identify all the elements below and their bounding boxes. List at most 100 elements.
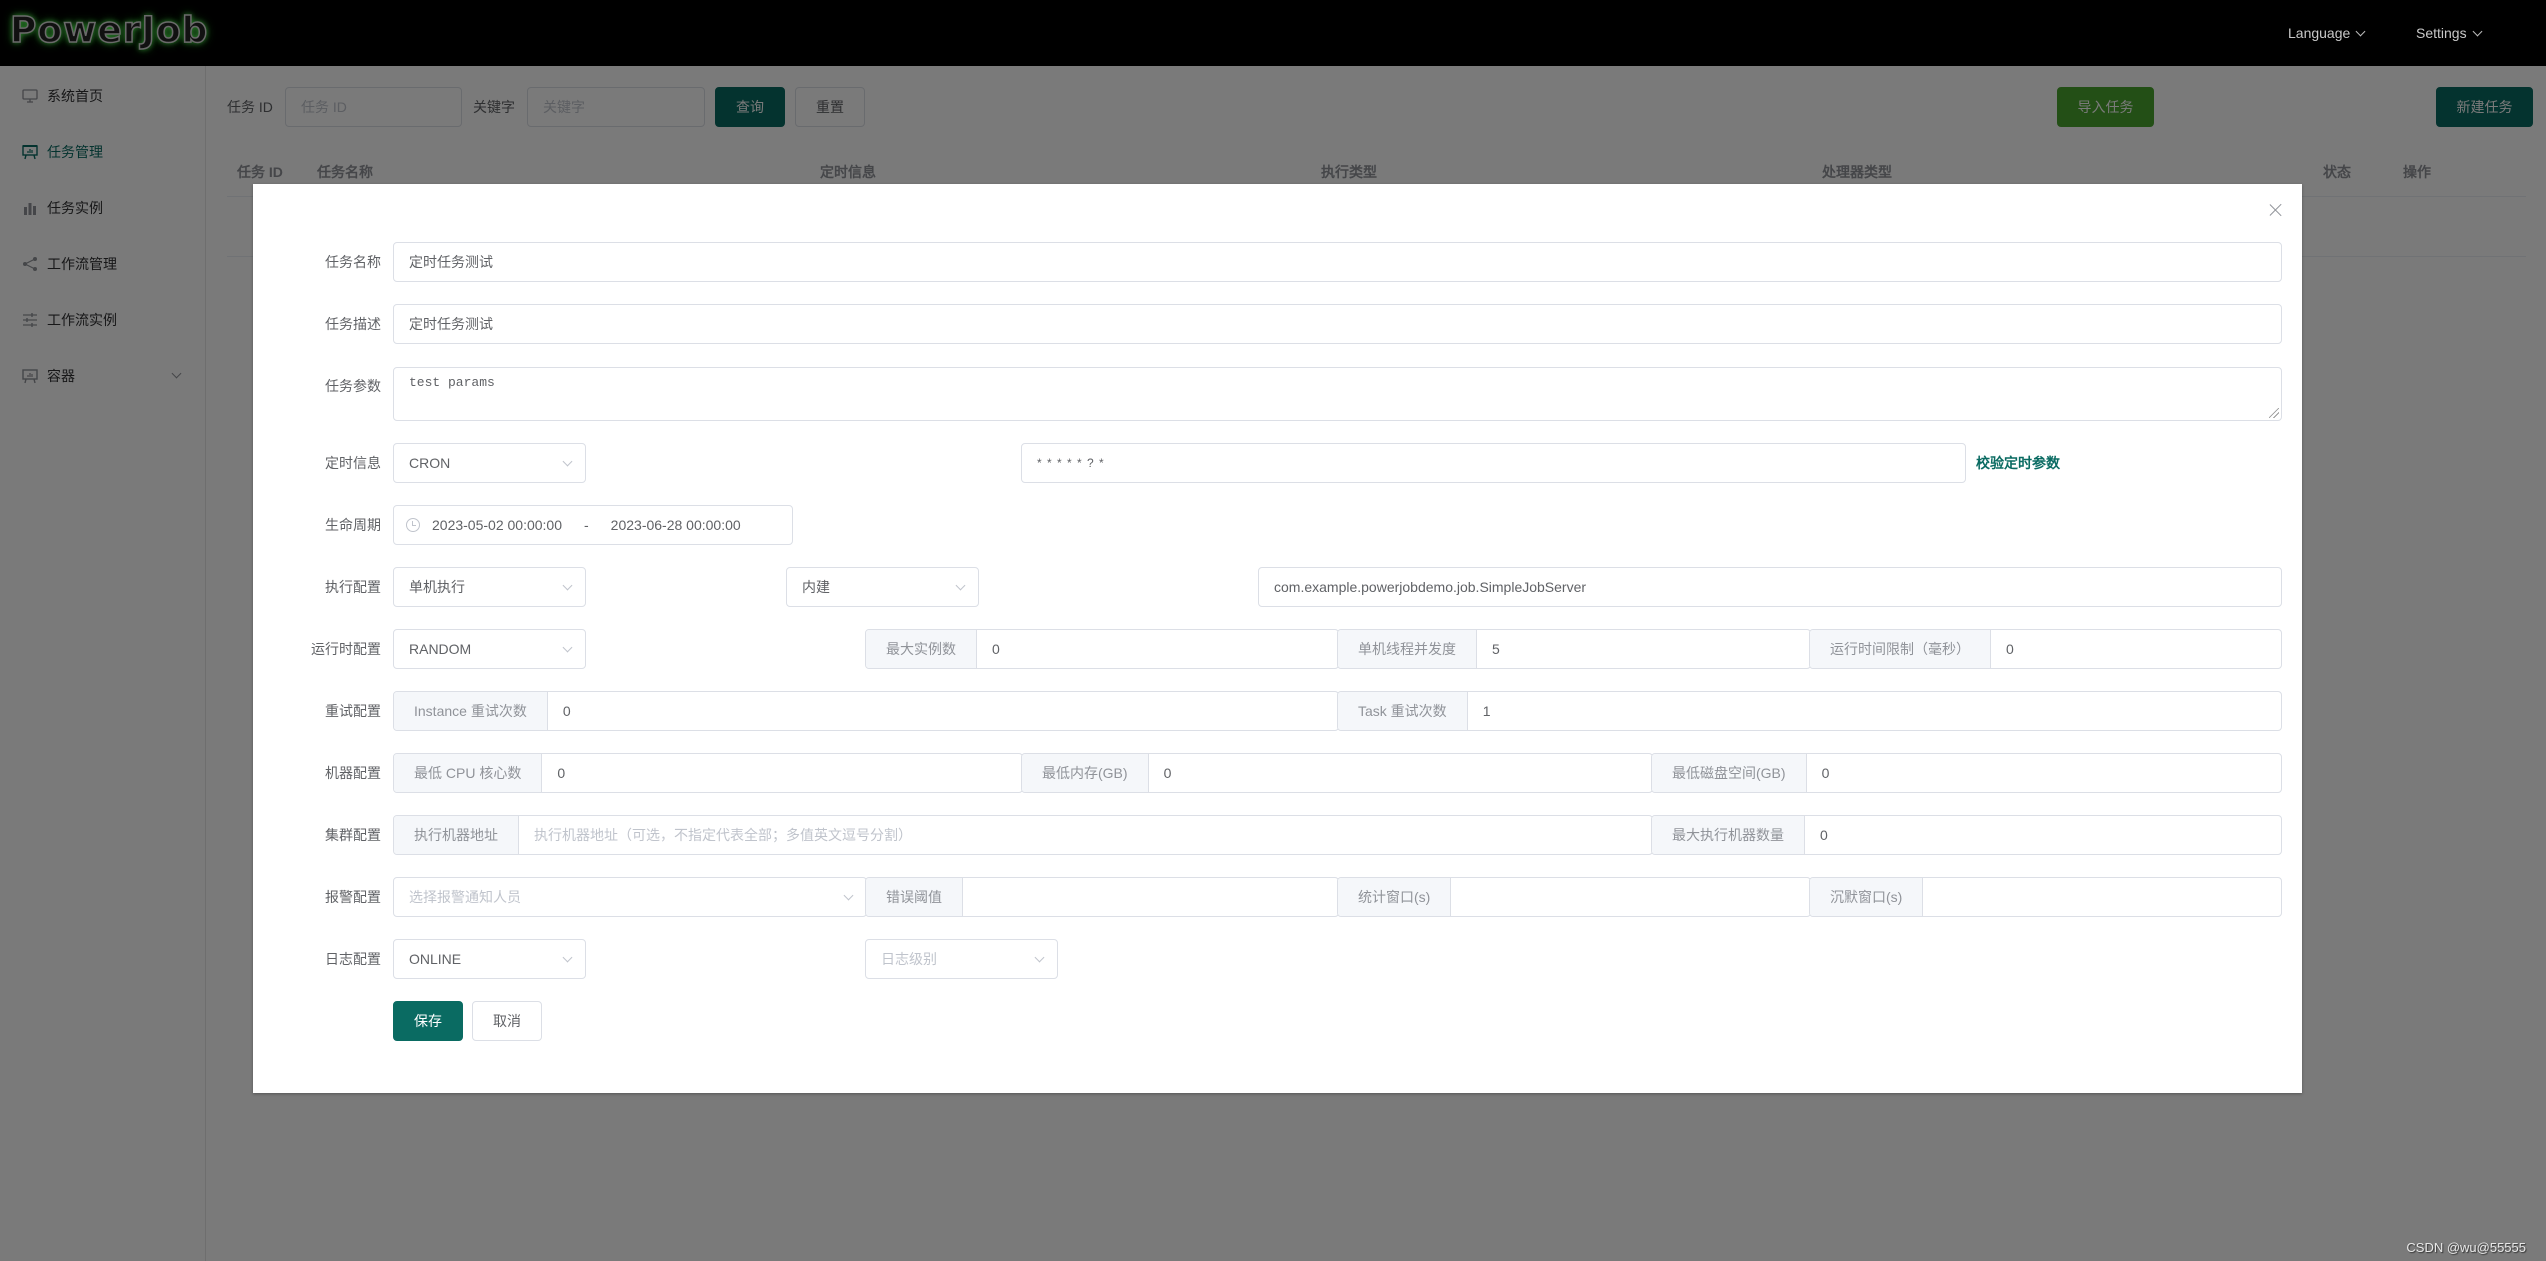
lifecycle-start-value: 2023-05-02 00:00:00	[432, 517, 562, 533]
log-type-value: ONLINE	[409, 951, 462, 967]
chevron-down-icon	[955, 580, 966, 591]
time-limit-input[interactable]: 运行时间限制（毫秒） 0	[1809, 629, 2282, 669]
chevron-down-icon	[2472, 26, 2483, 36]
top-header: PowerJob Language Settings	[0, 0, 2546, 66]
chevron-down-icon	[1034, 952, 1045, 963]
time-type-value: CRON	[409, 455, 451, 471]
runtime-config-label: 运行时配置	[311, 641, 381, 657]
instance-retry-input[interactable]: Instance 重试次数 0	[393, 691, 1339, 731]
job-description-input[interactable]: 定时任务测试	[393, 304, 2282, 344]
max-instance-num-input[interactable]: 最大实例数 0	[865, 629, 1339, 669]
alarm-notify-select[interactable]: 选择报警通知人员	[393, 877, 867, 917]
cron-expression-input[interactable]: * * * * * ? *	[1021, 443, 1966, 483]
settings-menu[interactable]: Settings	[2416, 0, 2483, 66]
log-level-select[interactable]: 日志级别	[865, 939, 1058, 979]
job-description-value: 定时任务测试	[409, 316, 493, 332]
min-cpu-input[interactable]: 最低 CPU 核心数 0	[393, 753, 1023, 793]
stat-window-prefix: 统计窗口(s)	[1338, 878, 1452, 916]
alarm-notify-placeholder: 选择报警通知人员	[409, 889, 521, 905]
dispatch-strategy-select[interactable]: RANDOM	[393, 629, 586, 669]
job-params-textarea[interactable]: test params	[393, 367, 2282, 421]
min-cpu-value: 0	[557, 765, 566, 781]
min-cpu-prefix: 最低 CPU 核心数	[394, 754, 543, 792]
save-button[interactable]: 保存	[393, 1001, 463, 1041]
error-threshold-prefix: 错误阈值	[866, 878, 963, 916]
concurrency-value: 5	[1492, 641, 1500, 657]
max-instance-num-prefix: 最大实例数	[866, 630, 977, 668]
chevron-down-icon	[2355, 26, 2366, 36]
max-instance-num-value: 0	[992, 641, 1000, 657]
resize-handle-icon[interactable]	[2269, 408, 2279, 418]
min-memory-value: 0	[1163, 765, 1172, 781]
min-disk-value: 0	[1821, 765, 1830, 781]
stat-window-value	[1451, 878, 1810, 916]
task-retry-input[interactable]: Task 重试次数 1	[1337, 691, 2282, 731]
designated-workers-input[interactable]: 执行机器地址 执行机器地址（可选，不指定代表全部；多值英文逗号分割）	[393, 815, 1653, 855]
job-name-value: 定时任务测试	[409, 254, 493, 270]
processor-info-value: com.example.powerjobdemo.job.SimpleJobSe…	[1274, 579, 1587, 595]
min-disk-prefix: 最低磁盘空间(GB)	[1652, 754, 1807, 792]
lifecycle-label: 生命周期	[325, 517, 381, 533]
max-worker-count-prefix: 最大执行机器数量	[1652, 816, 1805, 854]
language-menu[interactable]: Language	[2288, 0, 2366, 66]
lifecycle-date-range-picker[interactable]: 2023-05-02 00:00:00 - 2023-06-28 00:00:0…	[393, 505, 793, 545]
retry-config-label: 重试配置	[325, 703, 381, 719]
close-icon[interactable]	[2268, 202, 2284, 218]
processor-type-value: 内建	[802, 579, 830, 595]
validate-time-expression-link[interactable]: 校验定时参数	[1976, 443, 2060, 483]
alarm-config-label: 报警配置	[325, 889, 381, 905]
error-threshold-input[interactable]: 错误阈值	[865, 877, 1339, 917]
concurrency-input[interactable]: 单机线程并发度 5	[1337, 629, 1811, 669]
processor-type-select[interactable]: 内建	[786, 567, 979, 607]
time-info-label: 定时信息	[325, 455, 381, 471]
chevron-down-icon	[562, 580, 573, 591]
job-name-label: 任务名称	[325, 254, 381, 270]
task-retry-value: 1	[1482, 703, 1491, 719]
execute-config-label: 执行配置	[325, 579, 381, 595]
min-memory-prefix: 最低内存(GB)	[1022, 754, 1149, 792]
min-memory-input[interactable]: 最低内存(GB) 0	[1021, 753, 1653, 793]
log-config-label: 日志配置	[325, 951, 381, 967]
silence-window-value	[1923, 878, 2281, 916]
execute-type-value: 单机执行	[409, 579, 465, 595]
settings-menu-label: Settings	[2416, 25, 2467, 41]
silence-window-prefix: 沉默窗口(s)	[1810, 878, 1924, 916]
cluster-config-label: 集群配置	[325, 827, 381, 843]
instance-retry-value: 0	[562, 703, 571, 719]
clock-icon	[406, 518, 420, 532]
processor-info-input[interactable]: com.example.powerjobdemo.job.SimpleJobSe…	[1258, 567, 2282, 607]
task-retry-prefix: Task 重试次数	[1338, 692, 1468, 730]
instance-retry-prefix: Instance 重试次数	[394, 692, 548, 730]
concurrency-prefix: 单机线程并发度	[1338, 630, 1477, 668]
lifecycle-end-value: 2023-06-28 00:00:00	[610, 517, 741, 533]
job-description-label: 任务描述	[325, 316, 381, 332]
cancel-button[interactable]: 取消	[472, 1001, 542, 1041]
machine-config-label: 机器配置	[325, 765, 381, 781]
time-limit-value: 0	[2006, 641, 2014, 657]
time-type-select[interactable]: CRON	[393, 443, 586, 483]
job-name-input[interactable]: 定时任务测试	[393, 242, 2282, 282]
execute-type-select[interactable]: 单机执行	[393, 567, 586, 607]
stat-window-input[interactable]: 统计窗口(s)	[1337, 877, 1811, 917]
watermark: CSDN @wu@55555	[2406, 1240, 2526, 1255]
max-worker-count-input[interactable]: 最大执行机器数量 0	[1651, 815, 2282, 855]
log-level-placeholder: 日志级别	[881, 951, 937, 967]
chevron-down-icon	[562, 456, 573, 467]
log-type-select[interactable]: ONLINE	[393, 939, 586, 979]
max-worker-count-value: 0	[1820, 827, 1828, 843]
chevron-down-icon	[562, 642, 573, 653]
language-menu-label: Language	[2288, 25, 2351, 41]
dispatch-strategy-value: RANDOM	[409, 641, 472, 657]
cron-expression-value: * * * * * ? *	[1037, 456, 1105, 470]
chevron-down-icon	[562, 952, 573, 963]
chevron-down-icon	[843, 890, 854, 901]
job-params-value: test params	[409, 375, 495, 390]
min-disk-input[interactable]: 最低磁盘空间(GB) 0	[1651, 753, 2282, 793]
job-params-label: 任务参数	[325, 378, 381, 394]
silence-window-input[interactable]: 沉默窗口(s)	[1809, 877, 2282, 917]
job-edit-dialog: 任务名称 定时任务测试 任务描述 定时任务测试 任务参数 test params…	[253, 184, 2302, 1093]
designated-workers-prefix: 执行机器地址	[394, 816, 519, 854]
time-limit-prefix: 运行时间限制（毫秒）	[1810, 630, 1991, 668]
error-threshold-value	[963, 878, 1338, 916]
app-logo[interactable]: PowerJob	[9, 9, 208, 52]
